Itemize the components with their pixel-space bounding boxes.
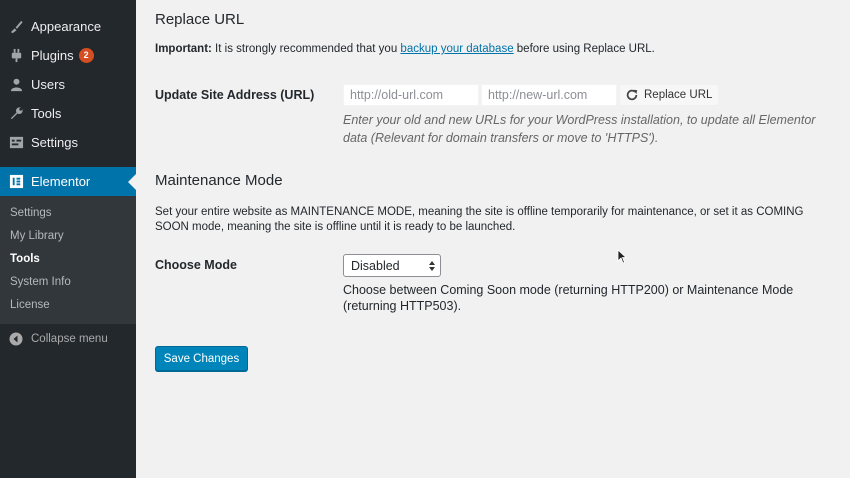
settings-icon	[8, 135, 24, 151]
mode-description-line2: (returning HTTP503).	[343, 299, 462, 313]
sidebar-item-label: Appearance	[31, 19, 102, 34]
mode-select[interactable]: Disabled	[343, 254, 441, 277]
sidebar-item-label: Settings	[31, 135, 78, 150]
update-site-address-label: Update Site Address (URL)	[155, 88, 315, 102]
refresh-icon	[625, 88, 639, 102]
sidebar-item-appearance[interactable]: Appearance	[0, 12, 136, 41]
submenu-item-my-library[interactable]: My Library	[10, 230, 64, 242]
sidebar-item-label: Plugins	[31, 48, 74, 63]
sidebar-item-settings[interactable]: Settings	[0, 128, 136, 157]
mode-select-value: Disabled	[351, 258, 400, 273]
old-url-input[interactable]: http://old-url.com	[343, 84, 479, 106]
main-content: Replace URL Important: It is strongly re…	[136, 0, 850, 478]
submenu-item-system-info[interactable]: System Info	[10, 276, 71, 288]
sidebar-item-plugins[interactable]: Plugins 2	[0, 41, 136, 70]
save-changes-button[interactable]: Save Changes	[155, 346, 248, 371]
sidebar-item-tools[interactable]: Tools	[0, 99, 136, 128]
notice-text-post: before using Replace URL.	[513, 43, 655, 55]
sidebar-item-label: Users	[31, 77, 65, 92]
replace-url-description-line1: Enter your old and new URLs for your Wor…	[343, 113, 816, 127]
collapse-arrow-icon	[9, 332, 23, 346]
collapse-menu-label: Collapse menu	[31, 333, 108, 345]
sidebar-item-users[interactable]: Users	[0, 70, 136, 99]
submenu-item-license[interactable]: License	[10, 299, 50, 311]
new-url-input[interactable]: http://new-url.com	[481, 84, 617, 106]
replace-url-button-label: Replace URL	[644, 89, 713, 101]
maintenance-intro-line2: SOON mode, meaning the site is offline u…	[155, 221, 516, 233]
elementor-submenu: Settings My Library Tools System Info Li…	[0, 196, 136, 324]
maintenance-mode-heading: Maintenance Mode	[155, 172, 283, 189]
submenu-item-tools[interactable]: Tools	[10, 253, 40, 265]
plugin-icon	[8, 48, 24, 64]
sidebar-item-label: Elementor	[31, 174, 91, 189]
choose-mode-label: Choose Mode	[155, 258, 237, 272]
paintbrush-icon	[8, 19, 24, 35]
replace-url-description-line2: data (Relevant for domain transfers or m…	[343, 131, 659, 145]
collapse-menu-button[interactable]: Collapse menu	[0, 329, 136, 349]
submenu-item-settings[interactable]: Settings	[10, 207, 52, 219]
select-arrows-icon	[428, 260, 436, 272]
sidebar-item-label: Tools	[31, 106, 62, 121]
maintenance-intro-line1: Set your entire website as MAINTENANCE M…	[155, 206, 804, 218]
backup-database-link[interactable]: backup your database	[400, 43, 513, 55]
notice-text-pre: It is strongly recommended that you	[211, 43, 401, 55]
user-icon	[8, 77, 24, 93]
update-count-badge: 2	[78, 48, 94, 63]
sidebar-item-elementor[interactable]: Elementor	[0, 167, 136, 196]
mouse-cursor-icon	[617, 249, 627, 264]
backup-notice: Important: It is strongly recommended th…	[155, 43, 655, 55]
replace-url-heading: Replace URL	[155, 11, 245, 28]
wrench-icon	[8, 106, 24, 122]
replace-url-button[interactable]: Replace URL	[619, 84, 719, 106]
notice-strong: Important:	[155, 43, 212, 55]
admin-sidebar: Appearance Plugins 2 Users Tools Setting…	[0, 0, 136, 478]
elementor-icon	[8, 174, 24, 190]
